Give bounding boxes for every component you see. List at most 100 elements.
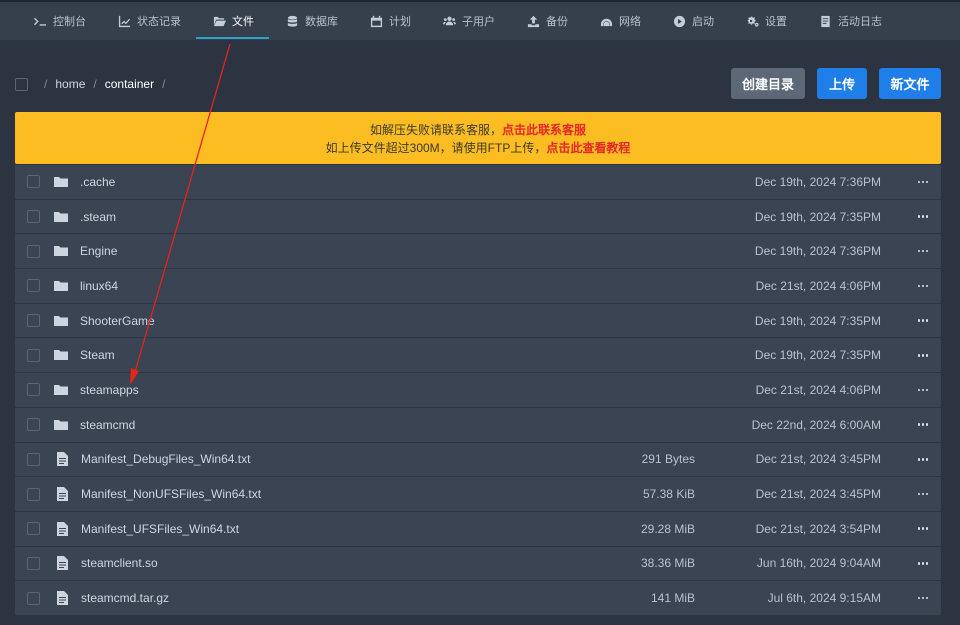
file-modified-date: Dec 19th, 2024 7:35PM (754, 348, 881, 363)
row-checkbox[interactable] (27, 591, 40, 605)
file-name[interactable]: Steam (80, 348, 115, 362)
tab-7[interactable]: 备份 (510, 2, 583, 40)
row-checkbox[interactable] (27, 314, 40, 328)
more-options-icon[interactable] (916, 383, 930, 397)
log-icon (818, 14, 832, 28)
tab-8[interactable]: 网络 (583, 2, 656, 40)
more-options-icon[interactable] (916, 314, 930, 328)
file-name[interactable]: .cache (80, 175, 115, 189)
file-name[interactable]: linux64 (80, 279, 118, 293)
row-checkbox[interactable] (27, 279, 40, 293)
folder-row[interactable]: ShooterGame Dec 19th, 2024 7:35PM (15, 303, 941, 339)
create-directory-button[interactable]: 创建目录 (731, 68, 805, 99)
more-options-icon[interactable] (916, 418, 930, 432)
contact-support-link[interactable]: 点击此联系客服 (502, 123, 586, 137)
file-name[interactable]: Manifest_NonUFSFiles_Win64.txt (81, 487, 261, 501)
folder-row[interactable]: .cache Dec 19th, 2024 7:36PM (15, 165, 941, 200)
folder-icon (54, 418, 68, 432)
breadcrumb-container[interactable]: container (105, 77, 154, 91)
row-checkbox[interactable] (27, 452, 40, 466)
file-name[interactable]: .steam (80, 210, 116, 224)
file-modified-date: Dec 22nd, 2024 6:00AM (751, 417, 881, 432)
file-row[interactable]: Manifest_UFSFiles_Win64.txt 29.28 MiB Dec … (15, 511, 941, 547)
folder-row[interactable]: Engine Dec 19th, 2024 7:36PM (15, 234, 941, 270)
tab-9[interactable]: 启动 (656, 2, 729, 40)
file-row[interactable]: Manifest_DebugFiles_Win64.txt 291 Bytes De… (15, 442, 941, 478)
file-icon (55, 591, 69, 606)
more-options-icon[interactable] (916, 279, 930, 293)
notice-banner: 如解压失败请联系客服，点击此联系客服 如上传文件超过300M，请使用FTP上传，… (15, 112, 941, 164)
folder-row[interactable]: .steam Dec 19th, 2024 7:35PM (15, 199, 941, 235)
file-name[interactable]: steamcmd (80, 418, 135, 432)
tab-label: 设置 (765, 16, 787, 28)
tab-label: 活动日志 (838, 16, 882, 28)
row-checkbox[interactable] (27, 348, 40, 362)
file-name[interactable]: Engine (80, 244, 117, 258)
row-checkbox[interactable] (27, 210, 40, 224)
tab-10[interactable]: 设置 (729, 2, 802, 40)
breadcrumb-separator: / (44, 77, 48, 91)
select-all-checkbox[interactable] (15, 77, 28, 91)
upload-button[interactable]: 上传 (817, 68, 867, 99)
tab-label: 子用户 (462, 16, 495, 28)
file-name[interactable]: Manifest_UFSFiles_Win64.txt (81, 522, 239, 536)
row-checkbox[interactable] (27, 487, 40, 501)
users-icon (442, 14, 456, 28)
row-checkbox[interactable] (27, 244, 40, 258)
row-checkbox[interactable] (27, 418, 40, 432)
file-icon (55, 452, 69, 467)
file-modified-date: Dec 19th, 2024 7:36PM (754, 174, 881, 189)
more-options-icon[interactable] (916, 591, 930, 605)
more-options-icon[interactable] (916, 522, 930, 536)
tab-label: 网络 (619, 16, 641, 28)
more-options-icon[interactable] (916, 244, 930, 258)
folder-icon (54, 175, 68, 189)
more-options-icon[interactable] (916, 556, 930, 570)
calendar-icon (369, 14, 383, 28)
tab-2[interactable]: 状态记录 (101, 2, 196, 40)
breadcrumb-home[interactable]: home (55, 77, 85, 91)
folder-row[interactable]: steamcmd Dec 22nd, 2024 6:00AM (15, 407, 941, 443)
file-row[interactable]: steamcmd.tar.gz 141 MiB Jul 6th, 2024 9:15… (15, 581, 941, 616)
file-icon (55, 487, 69, 502)
row-checkbox[interactable] (27, 556, 40, 570)
tab-label: 数据库 (305, 16, 338, 28)
tab-11[interactable]: 活动日志 (802, 2, 897, 40)
file-modified-date: Dec 19th, 2024 7:36PM (754, 244, 881, 259)
gear-icon (745, 14, 759, 28)
file-modified-date: Dec 19th, 2024 7:35PM (754, 209, 881, 224)
new-file-button[interactable]: 新文件 (879, 68, 941, 99)
file-size: 141 MiB (650, 591, 695, 606)
top-nav: 控制台 状态记录 文件 数据库 计划 子用户 备份 网络 启动 设置 活动日志 (0, 0, 960, 40)
more-options-icon[interactable] (916, 348, 930, 362)
tab-4[interactable]: 数据库 (269, 2, 353, 40)
folder-row[interactable]: steamapps Dec 21st, 2024 4:06PM (15, 373, 941, 408)
chart-icon (117, 14, 131, 28)
file-name[interactable]: Manifest_DebugFiles_Win64.txt (81, 452, 250, 466)
file-size: 291 Bytes (641, 452, 695, 467)
file-modified-date: Dec 21st, 2024 3:45PM (755, 452, 881, 467)
more-options-icon[interactable] (916, 175, 930, 189)
ftp-tutorial-link[interactable]: 点击此查看教程 (546, 141, 630, 155)
file-name[interactable]: steamclient.so (81, 556, 158, 570)
file-name[interactable]: steamapps (80, 383, 139, 397)
tab-3[interactable]: 文件 (196, 2, 269, 40)
file-row[interactable]: steamclient.so 38.36 MiB Jun 16th, 2024 9:… (15, 546, 941, 582)
file-name[interactable]: steamcmd.tar.gz (81, 591, 169, 605)
more-options-icon[interactable] (916, 452, 930, 466)
row-checkbox[interactable] (27, 383, 40, 397)
breadcrumb: / home / container / (40, 77, 169, 91)
row-checkbox[interactable] (27, 175, 40, 189)
more-options-icon[interactable] (916, 487, 930, 501)
folder-row[interactable]: Steam Dec 19th, 2024 7:35PM (15, 338, 941, 374)
file-row[interactable]: Manifest_NonUFSFiles_Win64.txt 57.38 KiB D… (15, 477, 941, 512)
folder-row[interactable]: linux64 Dec 21st, 2024 4:06PM (15, 269, 941, 304)
tab-6[interactable]: 子用户 (426, 2, 510, 40)
file-modified-date: Dec 21st, 2024 3:45PM (755, 487, 881, 502)
more-options-icon[interactable] (916, 210, 930, 224)
tab-1[interactable]: 控制台 (17, 2, 101, 40)
folder-icon (54, 314, 68, 328)
file-name[interactable]: ShooterGame (80, 314, 155, 328)
tab-5[interactable]: 计划 (353, 2, 426, 40)
row-checkbox[interactable] (27, 522, 40, 536)
